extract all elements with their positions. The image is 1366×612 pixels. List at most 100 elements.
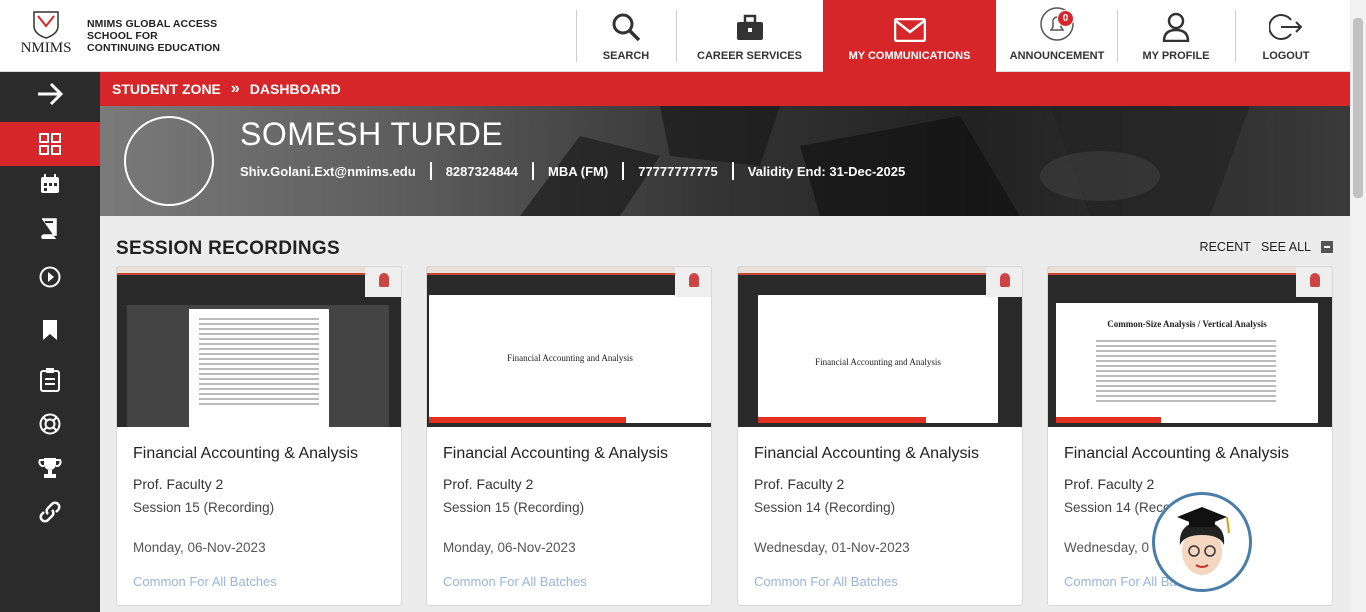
divider — [532, 162, 535, 180]
slide: Common-Size Analysis / Vertical Analysis — [1056, 303, 1318, 423]
collapse-icon[interactable] — [1321, 241, 1333, 253]
nav-career-services[interactable]: CAREER SERVICES — [678, 0, 821, 72]
breadcrumb: STUDENT ZONE » DASHBOARD — [100, 72, 1350, 106]
slide-title: Financial Accounting and Analysis — [815, 357, 941, 367]
card-date: Wednesday, 0 — [1064, 540, 1150, 555]
recording-card[interactable]: Financial Accounting and Analysis Financ… — [426, 266, 712, 606]
breadcrumb-student-zone[interactable]: STUDENT ZONE — [112, 81, 221, 97]
nav-logout[interactable]: LOGOUT — [1236, 0, 1336, 72]
sidebar-item-assignments[interactable] — [0, 358, 100, 402]
instructor-video — [365, 267, 401, 297]
search-icon — [612, 13, 641, 42]
nav-announcement[interactable]: ANNOUNCEMENT 0 — [997, 0, 1117, 72]
profile-program: MBA (FM) — [548, 163, 609, 179]
page-scrollbar[interactable] — [1350, 0, 1366, 612]
sidebar-item-support[interactable] — [0, 402, 100, 446]
card-session: Session 14 (Recording) — [754, 500, 896, 515]
nav-my-communications[interactable]: MY COMMUNICATIONS — [823, 0, 996, 72]
recording-thumbnail[interactable]: Financial Accounting and Analysis — [427, 267, 711, 427]
announcement-badge: 0 — [1057, 10, 1074, 27]
slide: Financial Accounting and Analysis — [758, 295, 998, 423]
chatbot-assistant-avatar[interactable] — [1152, 492, 1252, 592]
nav-my-profile[interactable]: MY PROFILE — [1118, 0, 1234, 72]
card-date: Monday, 06-Nov-2023 — [133, 540, 266, 555]
recording-card[interactable]: Financial Accounting & Analysis Prof. Fa… — [116, 266, 402, 606]
profile-details: Shiv.Golani.Ext@nmims.edu 8287324844 MBA… — [240, 162, 905, 180]
recording-card[interactable]: Financial Accounting and Analysis Financ… — [737, 266, 1023, 606]
school-name: NMIMS GLOBAL ACCESS SCHOOL FOR CONTINUIN… — [87, 18, 221, 54]
profile-banner: SOMESH TURDE Shiv.Golani.Ext@nmims.edu 8… — [100, 106, 1350, 216]
see-all-link[interactable]: SEE ALL — [1261, 240, 1311, 254]
divider — [731, 162, 734, 180]
instructor-video — [1296, 267, 1332, 297]
slide-footer — [758, 417, 926, 423]
breadcrumb-dashboard: DASHBOARD — [249, 81, 341, 97]
slide-footer — [429, 417, 627, 423]
divider — [576, 10, 577, 62]
section-title: SESSION RECORDINGS — [116, 238, 340, 259]
arrow-right-icon — [38, 82, 64, 106]
slide: Financial Accounting and Analysis — [429, 295, 711, 423]
sidebar-item-recordings[interactable] — [0, 255, 100, 299]
nav-label: CAREER SERVICES — [697, 50, 802, 62]
trophy-icon — [38, 458, 62, 478]
profile-validity: Validity End: 31-Dec-2025 — [747, 163, 906, 179]
play-icon — [39, 266, 61, 288]
scrollbar-thumb[interactable] — [1353, 18, 1363, 198]
slide-title: Common-Size Analysis / Vertical Analysis — [1107, 319, 1267, 329]
student-name: SOMESH TURDE — [240, 116, 504, 152]
nav-label: SEARCH — [602, 50, 650, 62]
card-title: Financial Accounting & Analysis — [1064, 445, 1290, 462]
card-date: Wednesday, 01-Nov-2023 — [754, 540, 910, 555]
card-faculty: Prof. Faculty 2 — [133, 476, 224, 492]
instructor-video — [675, 267, 711, 297]
nav-search[interactable]: SEARCH — [578, 0, 674, 72]
mail-icon — [893, 18, 926, 42]
card-faculty: Prof. Faculty 2 — [443, 476, 534, 492]
browser-chrome — [427, 267, 711, 275]
card-date: Monday, 06-Nov-2023 — [443, 540, 576, 555]
user-icon — [1162, 12, 1190, 42]
section-actions: RECENT SEE ALL — [1190, 240, 1333, 254]
card-faculty: Prof. Faculty 2 — [1064, 476, 1155, 492]
sidebar-item-library[interactable] — [0, 206, 100, 250]
recording-thumbnail[interactable]: Financial Accounting and Analysis — [738, 267, 1022, 427]
chevron-double-right-icon: » — [230, 80, 240, 97]
card-session: Session 15 (Recording) — [133, 500, 275, 515]
svg-text:NMIMS: NMIMS — [21, 40, 72, 56]
slide — [127, 305, 389, 427]
nav-label: MY PROFILE — [1142, 50, 1210, 62]
recent-link[interactable]: RECENT — [1200, 240, 1251, 254]
logout-icon — [1269, 14, 1303, 40]
nav-label: MY COMMUNICATIONS — [848, 50, 971, 62]
sidebar-item-dashboard[interactable] — [0, 122, 100, 166]
sidebar-toggle[interactable] — [0, 72, 100, 116]
link-icon — [39, 501, 61, 523]
profile-student-id: 77777777775 — [638, 163, 718, 179]
sidebar-item-links[interactable] — [0, 490, 100, 534]
nav-label: LOGOUT — [1262, 50, 1310, 62]
browser-chrome — [738, 267, 1022, 275]
profile-avatar[interactable] — [124, 116, 214, 206]
sidebar-item-bookmarks[interactable] — [0, 308, 100, 352]
card-batch[interactable]: Common For All Batches — [443, 574, 587, 589]
recording-thumbnail[interactable]: Common-Size Analysis / Vertical Analysis — [1048, 267, 1332, 427]
card-session: Session 15 (Recording) — [443, 500, 585, 515]
recording-thumbnail[interactable] — [117, 267, 401, 427]
card-title: Financial Accounting & Analysis — [443, 445, 669, 462]
sidebar-item-calendar[interactable] — [0, 162, 100, 206]
bookmark-icon — [43, 320, 57, 340]
card-batch[interactable]: Common For All Batches — [133, 574, 277, 589]
nmims-logo[interactable]: NMIMS — [18, 10, 74, 62]
briefcase-icon — [736, 14, 763, 40]
card-batch[interactable]: Common For All Batches — [754, 574, 898, 589]
calendar-icon — [41, 174, 59, 193]
card-faculty: Prof. Faculty 2 — [754, 476, 845, 492]
lifebuoy-icon — [39, 413, 61, 435]
profile-email: Shiv.Golani.Ext@nmims.edu — [240, 163, 416, 179]
card-title: Financial Accounting & Analysis — [133, 445, 359, 462]
dashboard-grid-icon — [39, 133, 61, 155]
sidebar-item-achievements[interactable] — [0, 446, 100, 490]
slide-footer — [1056, 417, 1161, 423]
nav-label: ANNOUNCEMENT — [1009, 50, 1105, 62]
